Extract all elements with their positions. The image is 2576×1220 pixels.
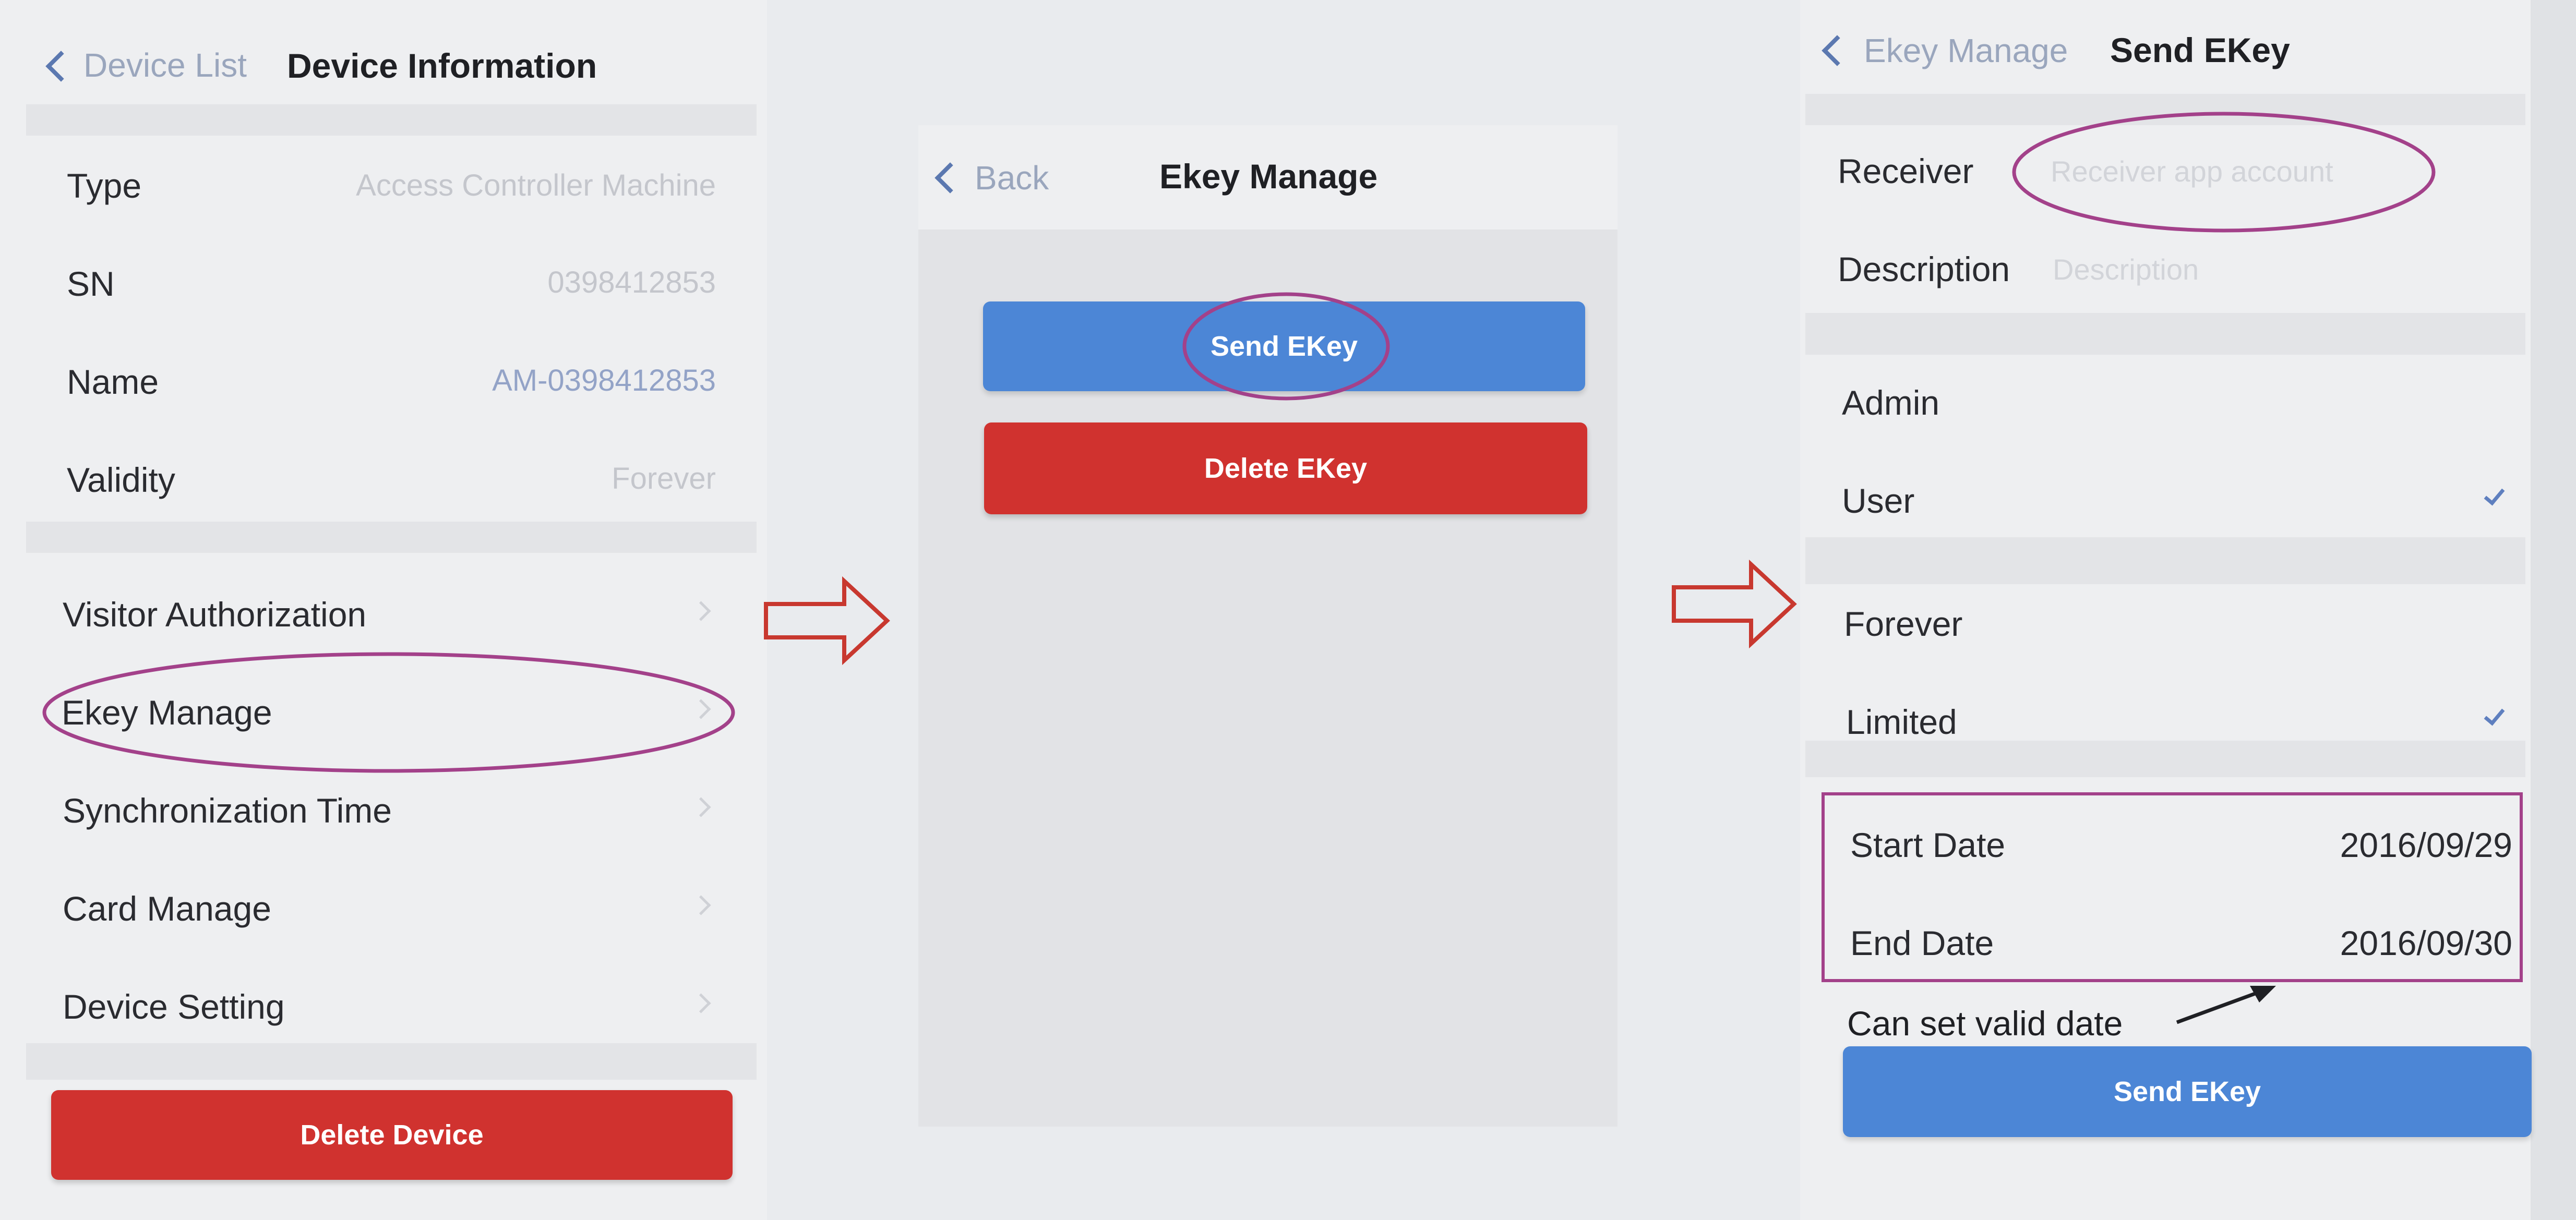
highlight-ellipse-receiver xyxy=(2012,112,2436,233)
highlight-ellipse-ekey-manage xyxy=(42,652,735,773)
highlight-box-date-range xyxy=(1822,792,2523,982)
pointer-arrow-line xyxy=(2176,990,2260,1024)
flow-arrow-right-icon xyxy=(1672,559,1797,649)
flow-arrow-right-icon xyxy=(764,576,890,666)
highlight-ellipse-send-ekey xyxy=(1182,292,1390,401)
annotation-overlay xyxy=(42,112,2523,1024)
